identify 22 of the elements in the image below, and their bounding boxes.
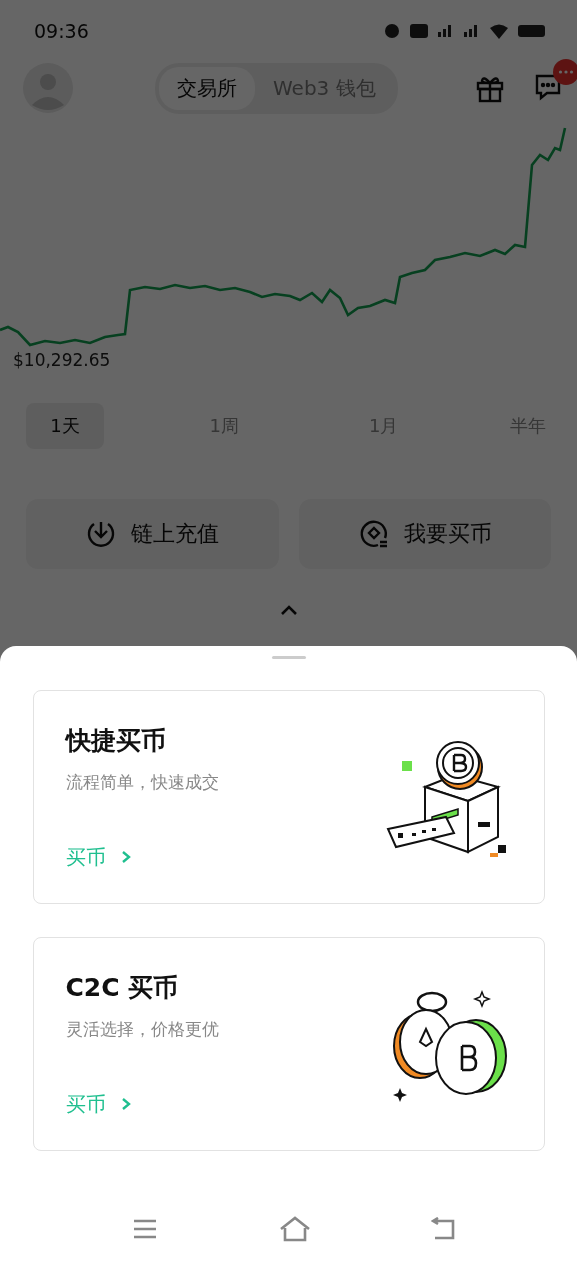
price-label: $10,292.65 xyxy=(13,350,111,370)
header-tab[interactable]: 交易所 xyxy=(159,66,255,110)
status-time: 09:36 xyxy=(34,20,89,42)
option-card[interactable]: C2C 买币 灵活选择，价格更优 买币 xyxy=(32,937,545,1151)
buy-link[interactable]: 买币 xyxy=(65,843,219,871)
home-icon[interactable] xyxy=(278,1216,311,1242)
option-subtitle: 流程简单，快速成交 xyxy=(65,770,219,794)
option-card[interactable]: 快捷买币 流程简单，快速成交 买币 xyxy=(32,690,545,904)
buy-link[interactable]: 买币 xyxy=(65,1090,219,1118)
wifi-icon xyxy=(490,23,508,39)
option-subtitle: 灵活选择，价格更优 xyxy=(65,1017,219,1041)
signal-icon xyxy=(438,25,454,37)
battery-icon xyxy=(518,25,545,37)
option-title: C2C 买币 xyxy=(65,971,180,1004)
period-tab[interactable]: 1天 xyxy=(26,403,104,449)
option-title: 快捷买币 xyxy=(65,724,167,757)
action-button[interactable]: 链上充值 xyxy=(26,499,279,569)
signal-icon xyxy=(464,25,480,37)
chevron-up-icon[interactable] xyxy=(279,604,298,616)
menu-icon[interactable] xyxy=(132,1218,158,1240)
back-icon[interactable] xyxy=(431,1217,457,1241)
action-button[interactable]: 我要买币 xyxy=(298,499,551,569)
